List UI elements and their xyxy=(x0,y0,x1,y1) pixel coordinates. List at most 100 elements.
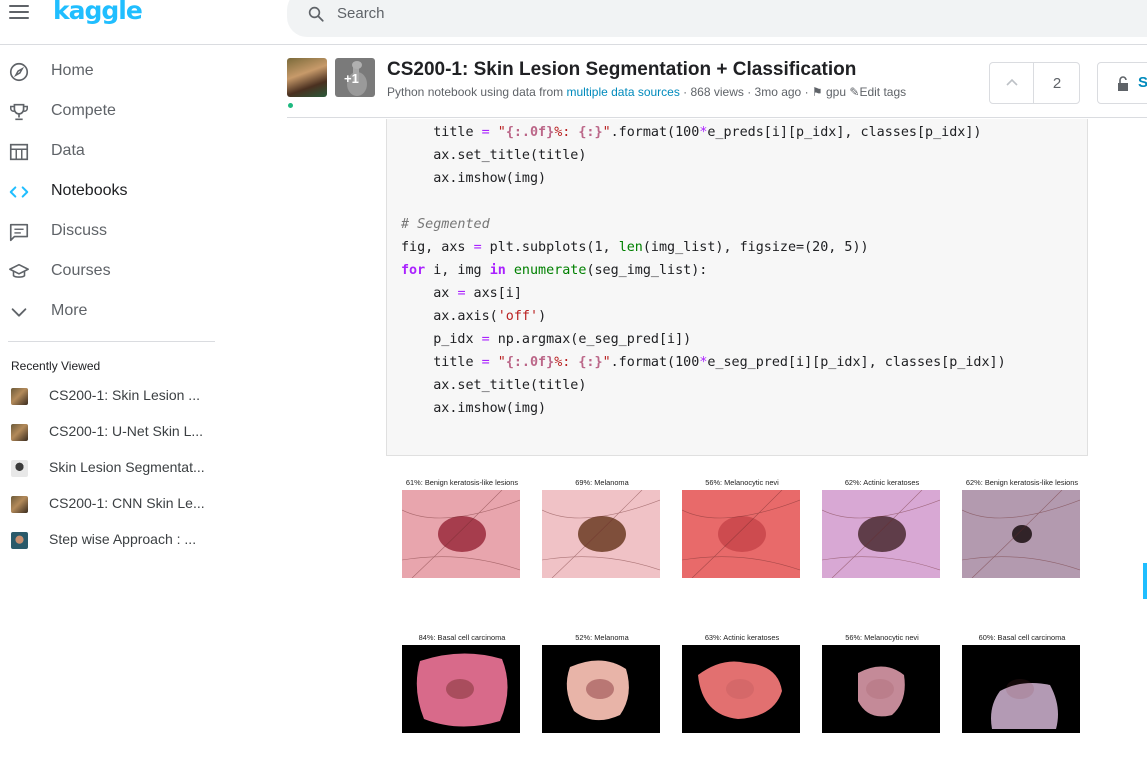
vote-count: 2 xyxy=(1052,75,1062,92)
segmented-lesion-image xyxy=(542,645,660,733)
prediction-caption: 60%: Basal cell carcinoma xyxy=(978,633,1066,642)
avatar xyxy=(11,496,28,513)
hamburger-menu-icon[interactable] xyxy=(9,5,29,19)
sidebar-item-label: Courses xyxy=(51,262,111,279)
pencil-icon: ✎ xyxy=(849,85,860,99)
author-avatar[interactable] xyxy=(287,58,327,97)
lesion-image xyxy=(822,490,940,578)
tag-gpu[interactable]: gpu xyxy=(826,85,846,99)
code-line: ax.set_title(title) xyxy=(401,148,587,163)
sidebar-divider xyxy=(8,341,215,342)
code-line: p_idx = np.argmax(e_seg_pred[i]) xyxy=(401,332,692,347)
prediction-caption: 61%: Benign keratosis-like lesions xyxy=(405,478,519,487)
code-line: ax = axs[i] xyxy=(401,286,522,301)
code-cell[interactable]: title = "{:.0f}%: {:}".format(100*e_pred… xyxy=(386,119,1088,456)
code-block: title = "{:.0f}%: {:}".format(100*e_pred… xyxy=(401,121,1006,420)
vote-widget: 2 xyxy=(989,62,1080,104)
top-bar: kaggle xyxy=(0,0,1147,45)
code-line: title = "{:.0f}%: {:}".format(100*e_pred… xyxy=(401,125,982,140)
prediction-caption: 84%: Basal cell carcinoma xyxy=(418,633,506,642)
avatar xyxy=(11,424,28,441)
table-icon xyxy=(9,143,29,161)
code-line: ax.axis('off') xyxy=(401,309,547,324)
code-line: ax.imshow(img) xyxy=(401,171,547,186)
sidebar-item-notebooks[interactable]: Notebooks xyxy=(0,173,230,213)
output-figure: 61%: Benign keratosis-like lesions 69%: M… xyxy=(386,470,1088,760)
school-icon xyxy=(9,263,29,278)
trophy-icon xyxy=(10,103,28,121)
sidebar-item-label: Discuss xyxy=(51,222,108,239)
sidebar-item-label: Notebooks xyxy=(51,182,128,199)
segmented-lesion-image xyxy=(962,645,1080,733)
sidebar-item-more[interactable]: More xyxy=(0,293,230,333)
sidebar-item-label: Home xyxy=(51,62,94,79)
sidebar-item-courses[interactable]: Courses xyxy=(0,253,230,293)
code-line: # Segmented xyxy=(401,217,490,232)
lesion-image xyxy=(402,490,520,578)
recent-item-label: CS200-1: U-Net Skin L... xyxy=(49,423,204,439)
code-line: ax.imshow(img) xyxy=(401,401,547,416)
recent-item-label: Step wise Approach : ... xyxy=(49,531,197,547)
recent-item[interactable]: Skin Lesion Segmentat... xyxy=(0,453,230,483)
notebook-header: +1 CS200-1: Skin Lesion Segmentation + C… xyxy=(287,46,1147,118)
recent-item[interactable]: CS200-1: CNN Skin Le... xyxy=(0,489,230,519)
recent-item-label: CS200-1: CNN Skin Le... xyxy=(49,495,205,511)
share-button[interactable]: S xyxy=(1097,62,1147,104)
scrollbar-indicator[interactable] xyxy=(1143,563,1147,599)
chevron-up-icon xyxy=(1006,78,1018,86)
prediction-caption: 69%: Melanoma xyxy=(575,478,629,487)
avatar xyxy=(11,532,28,549)
comment-icon xyxy=(9,223,29,242)
recent-item[interactable]: CS200-1: Skin Lesion ... xyxy=(0,381,230,411)
segmented-lesion-image xyxy=(682,645,800,733)
chevron-down-icon xyxy=(11,308,27,317)
notebook-title: CS200-1: Skin Lesion Segmentation + Clas… xyxy=(387,59,857,80)
data-sources-link[interactable]: multiple data sources xyxy=(566,85,679,99)
recent-item[interactable]: Step wise Approach : ... xyxy=(0,525,230,555)
collaborators-avatar[interactable]: +1 xyxy=(335,58,375,97)
sidebar-item-label: More xyxy=(51,302,88,319)
sidebar-item-home[interactable]: Home xyxy=(0,53,230,93)
code-line: ax.set_title(title) xyxy=(401,378,587,393)
prediction-caption: 56%: Melanocytic nevi xyxy=(845,633,919,642)
code-line: fig, axs = plt.subplots(1, len(img_list)… xyxy=(401,240,869,255)
code-line: for i, img in enumerate(seg_img_list): xyxy=(401,263,708,278)
avatar xyxy=(11,388,28,405)
meta-views: · 868 views · 3mo ago · xyxy=(679,85,812,99)
recently-viewed-heading: Recently Viewed xyxy=(11,359,101,373)
collaborators-count: +1 xyxy=(344,71,359,86)
edit-tags-link[interactable]: Edit tags xyxy=(859,85,906,99)
avatar xyxy=(11,460,28,477)
recent-item[interactable]: CS200-1: U-Net Skin L... xyxy=(0,417,230,447)
sidebar: Home Compete Data Notebooks Discuss Cour… xyxy=(0,46,230,762)
notebook-meta: Python notebook using data from multiple… xyxy=(387,85,906,99)
lesion-image xyxy=(682,490,800,578)
code-line: title = "{:.0f}%: {:}".format(100*e_seg_… xyxy=(401,355,1006,370)
prediction-caption: 62%: Benign keratosis-like lesions xyxy=(965,478,1079,487)
kaggle-logo[interactable]: kaggle xyxy=(53,0,143,25)
prediction-caption: 63%: Actinic keratoses xyxy=(704,633,780,642)
search-bar[interactable] xyxy=(287,0,1147,37)
search-input[interactable] xyxy=(337,3,837,23)
online-status-indicator xyxy=(288,103,293,108)
tag-icon: ⚑ xyxy=(811,85,826,99)
upvote-button[interactable] xyxy=(990,63,1034,103)
prediction-caption: 56%: Melanocytic nevi xyxy=(705,478,779,487)
compass-icon xyxy=(9,62,29,82)
meta-prefix: Python notebook using data from xyxy=(387,85,567,99)
share-label: S xyxy=(1138,74,1147,91)
segmented-lesion-image xyxy=(402,645,520,733)
lesion-image xyxy=(962,490,1080,578)
sidebar-item-compete[interactable]: Compete xyxy=(0,93,230,133)
lesion-image xyxy=(542,490,660,578)
sidebar-item-discuss[interactable]: Discuss xyxy=(0,213,230,253)
sidebar-item-label: Data xyxy=(51,142,85,159)
prediction-caption: 52%: Melanoma xyxy=(575,633,629,642)
search-icon xyxy=(308,6,324,22)
sidebar-item-data[interactable]: Data xyxy=(0,133,230,173)
recent-item-label: CS200-1: Skin Lesion ... xyxy=(49,387,200,403)
segmented-lesion-image xyxy=(822,645,940,733)
code-icon xyxy=(9,186,29,198)
prediction-caption: 62%: Actinic keratoses xyxy=(844,478,920,487)
